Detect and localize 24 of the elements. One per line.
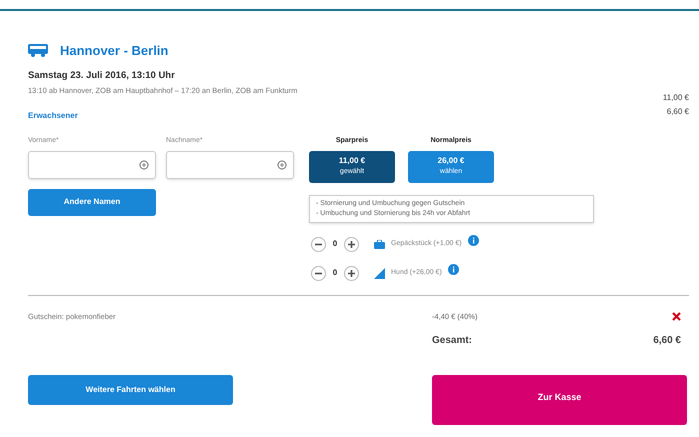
count-value: 0 <box>332 238 338 250</box>
info-icon[interactable] <box>468 234 479 246</box>
more-trips-button[interactable]: Weitere Fahrten wählen <box>28 374 233 405</box>
circle-icon <box>139 160 149 170</box>
total-label: Gesamt: <box>432 334 474 348</box>
plus-icon[interactable] <box>344 236 359 252</box>
trip-title: Hannover - Berlin <box>60 42 168 60</box>
trip-date: Samstag 23. Juli 2016, 13:10 Uhr <box>28 68 176 82</box>
remove-icon[interactable] <box>672 312 681 321</box>
price-summary: 11,00 € <box>662 92 689 104</box>
circle-icon <box>277 160 287 170</box>
minus-icon[interactable] <box>311 236 326 252</box>
minus-icon[interactable] <box>311 266 326 280</box>
info-icon[interactable] <box>448 264 459 274</box>
total-value: 6,60 € <box>653 334 681 348</box>
other-names-button[interactable]: Andere Namen <box>28 188 156 216</box>
bag-icon <box>374 240 385 248</box>
count-value: 0 <box>332 267 338 279</box>
price-summary: 6,60 € <box>666 106 689 118</box>
checkout-button[interactable]: Zur Kasse <box>432 374 687 425</box>
name-field[interactable] <box>166 150 294 178</box>
bus-icon <box>28 44 48 58</box>
name-field[interactable] <box>28 150 156 178</box>
plus-icon[interactable] <box>344 266 359 280</box>
